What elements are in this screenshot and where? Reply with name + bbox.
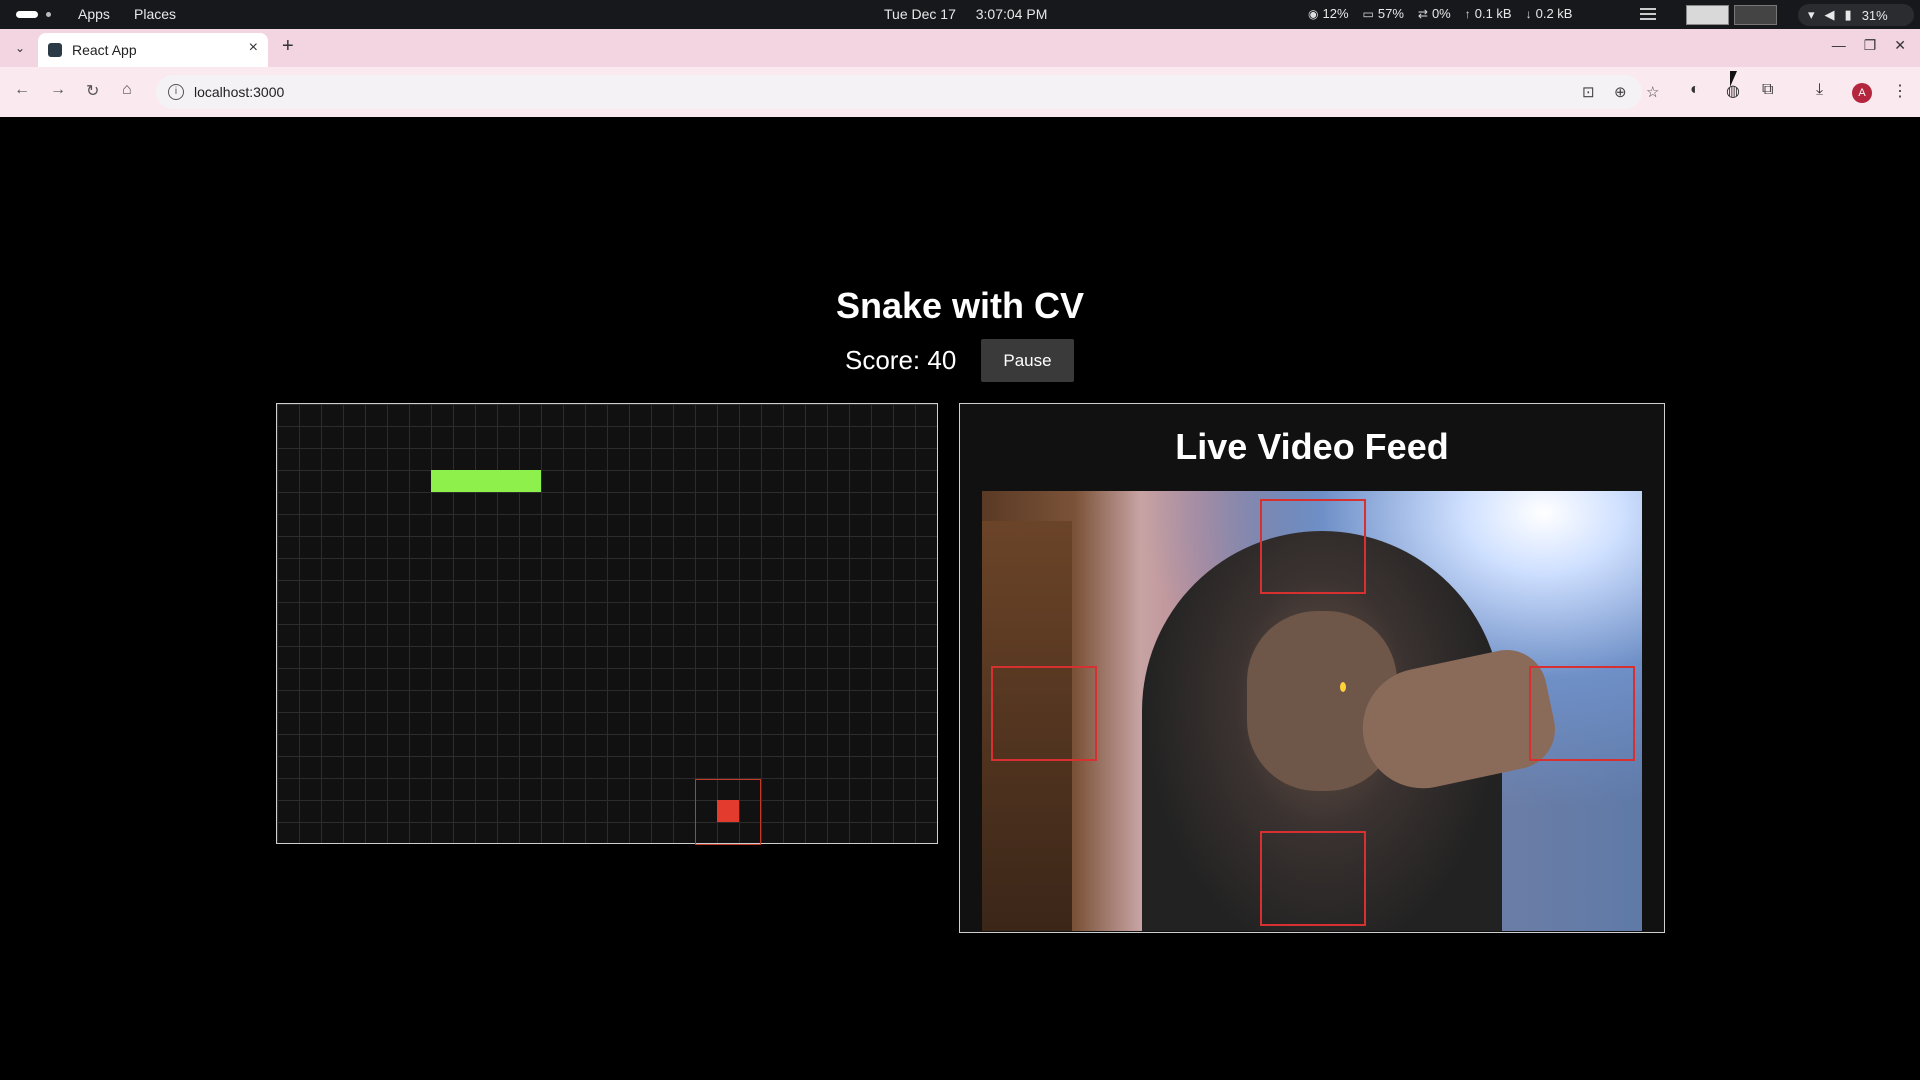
window-controls: — ❐ ✕ [1832, 37, 1906, 54]
restore-icon[interactable]: ❐ [1864, 37, 1877, 54]
tab-react-app[interactable]: React App × [38, 33, 268, 67]
control-region-up [1260, 499, 1366, 594]
clock[interactable]: Tue Dec 17 3:07:04 PM [884, 6, 1063, 22]
battery-icon: ▮ [1844, 7, 1852, 22]
swap-value: 0% [1431, 6, 1451, 21]
battery-value: 31% [1861, 7, 1888, 23]
download-arrow-icon: ↓ [1525, 6, 1532, 21]
download-icon[interactable]: ⤓ [1816, 81, 1823, 99]
wifi-icon: ▾ [1808, 7, 1815, 22]
new-tab-button[interactable]: + [282, 35, 294, 58]
extensions-puzzle-icon[interactable]: ⧉ [1762, 81, 1773, 99]
extension-icon[interactable]: ◐ [1690, 81, 1700, 99]
minimize-icon[interactable]: — [1832, 37, 1846, 54]
workspace-active-indicator [16, 11, 38, 18]
snake [431, 470, 541, 492]
memory-value: 57% [1377, 6, 1404, 21]
tab-search-chevron-icon[interactable]: ⌄ [10, 38, 30, 58]
control-region-right [1529, 666, 1635, 761]
close-window-icon[interactable]: ✕ [1894, 37, 1906, 54]
clock-date: Tue Dec 17 [884, 6, 956, 22]
page-title: Snake with CV [835, 285, 1085, 326]
video-panel: Live Video Feed [959, 403, 1665, 933]
score-display: Score: 40 [845, 345, 957, 375]
tab-close-icon[interactable]: × [249, 39, 258, 57]
pause-button[interactable]: Pause [981, 339, 1074, 382]
control-region-left [991, 666, 1097, 761]
swap-icon: ⇄ [1417, 6, 1428, 21]
system-monitor[interactable]: ◉ 12% ▭ 57% ⇄ 0% ↑ 0.1 kB ↓ 0.2 kB [1308, 6, 1572, 21]
activities-button[interactable] [16, 11, 51, 18]
url-text: localhost:3000 [194, 84, 285, 100]
cpu-value: 12% [1322, 6, 1349, 21]
places-menu[interactable]: Places [134, 6, 176, 22]
address-bar[interactable]: i localhost:3000 ⊡ ⊕ ☆ [156, 75, 1659, 109]
system-tray[interactable]: ▾ ◀ ▮ 31% [1798, 4, 1914, 26]
forward-arrow-icon[interactable]: → [50, 81, 66, 99]
system-top-bar: Apps Places Tue Dec 17 3:07:04 PM ◉ 12% ▭… [0, 0, 1920, 29]
food [717, 800, 739, 822]
tab-strip: ⌄ React App × + — ❐ ✕ [0, 29, 1920, 67]
reload-icon[interactable]: ↻ [86, 81, 99, 101]
workspace-thumbnail-2[interactable] [1734, 5, 1777, 25]
video-title: Live Video Feed [1175, 426, 1449, 467]
download-value: 0.2 kB [1535, 6, 1573, 21]
bookmark-star-icon[interactable]: ☆ [1646, 83, 1659, 101]
memory-stat: ▭ 57% [1363, 6, 1404, 21]
profile-avatar[interactable]: A [1852, 83, 1872, 103]
apps-menu[interactable]: Apps [78, 6, 110, 22]
browser-toolbar: ← → ↻ ⌂ i localhost:3000 ⊡ ⊕ ☆ ◐ ◍ ⧉ ⤓ A… [0, 67, 1920, 117]
workspace-dot-indicator [46, 12, 51, 17]
cpu-stat: ◉ 12% [1308, 6, 1349, 21]
cpu-icon: ◉ [1308, 6, 1319, 21]
site-info-icon[interactable]: i [168, 84, 184, 100]
tab-title: React App [72, 42, 137, 58]
upload-arrow-icon: ↑ [1464, 6, 1471, 21]
page-content: Snake with CV Score: 40 Pause Live Video… [0, 117, 1920, 1080]
back-arrow-icon[interactable]: ← [14, 81, 30, 99]
workspace-thumbnail-1[interactable] [1686, 5, 1729, 25]
zoom-icon[interactable]: ⊕ [1614, 83, 1627, 101]
install-app-icon[interactable]: ⊡ [1582, 83, 1595, 101]
clock-time: 3:07:04 PM [975, 6, 1048, 22]
webcam-feed [982, 491, 1642, 931]
fingertip-marker [1340, 682, 1346, 692]
upload-value: 0.1 kB [1474, 6, 1512, 21]
memory-icon: ▭ [1362, 6, 1374, 21]
volume-icon: ◀ [1824, 7, 1835, 22]
upload-stat: ↑ 0.1 kB [1465, 6, 1512, 21]
download-stat: ↓ 0.2 kB [1526, 6, 1573, 21]
control-region-down [1260, 831, 1366, 926]
app-grid-icon[interactable] [1640, 8, 1656, 20]
react-favicon-icon [48, 43, 62, 57]
home-icon[interactable]: ⌂ [122, 81, 132, 99]
game-board [276, 403, 938, 845]
menu-kebab-icon[interactable]: ⋮ [1892, 81, 1908, 101]
mouse-cursor [1730, 71, 1737, 87]
swap-stat: ⇄ 0% [1418, 6, 1451, 21]
